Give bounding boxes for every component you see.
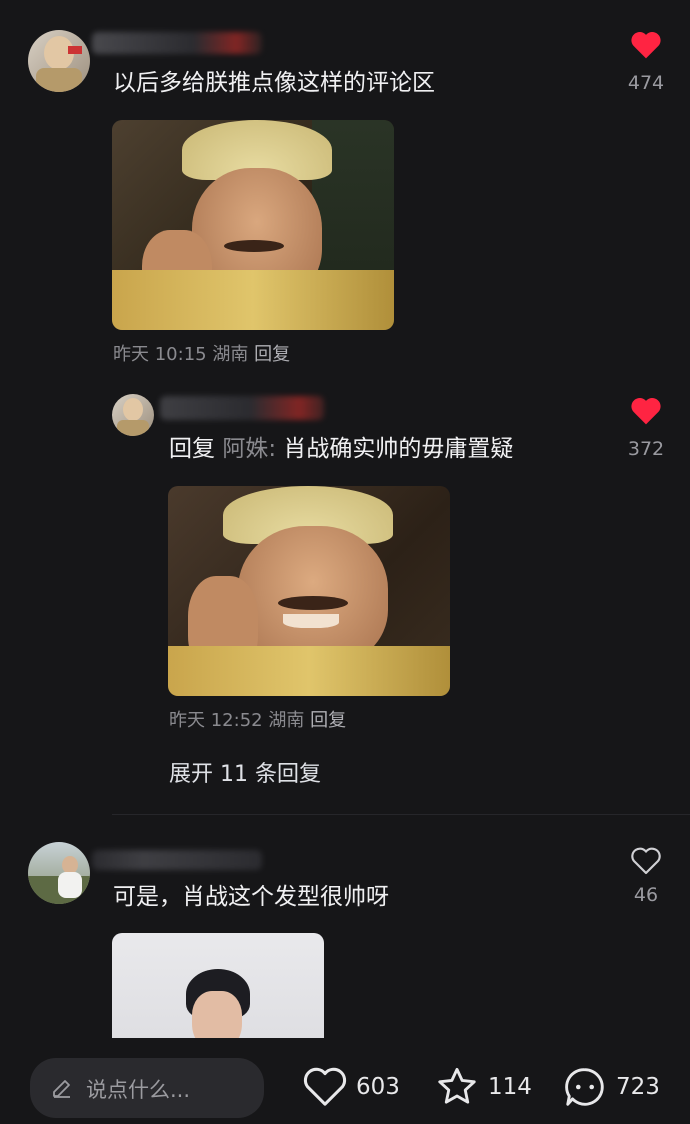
- star-icon: [438, 1067, 476, 1104]
- like-count: 474: [627, 72, 665, 94]
- reply-image[interactable]: [168, 486, 450, 696]
- reply-time: 昨天 12:52: [169, 710, 263, 731]
- bottom-bar: 说点什么... 603 114 723: [0, 1038, 690, 1124]
- heart-icon: [631, 847, 661, 875]
- heart-icon: [631, 32, 661, 59]
- comment-text[interactable]: 以后多给朕推点像这样的评论区: [113, 68, 435, 98]
- avatar[interactable]: [112, 394, 154, 436]
- comment-location: 湖南: [212, 344, 249, 365]
- input-placeholder: 说点什么...: [86, 1078, 191, 1102]
- comment-bubble-icon: [565, 1068, 604, 1106]
- comment-image[interactable]: [112, 120, 394, 330]
- reply-text[interactable]: 回复 阿姝: 肖战确实帅的毋庸置疑: [169, 434, 513, 464]
- heart-icon: [631, 398, 661, 425]
- reply-link[interactable]: 回复: [310, 710, 346, 731]
- reply-content: 肖战确实帅的毋庸置疑: [283, 436, 514, 462]
- pencil-icon: [53, 1080, 70, 1098]
- username-blurred[interactable]: [92, 850, 262, 870]
- post-like-count: 603: [356, 1074, 400, 1100]
- expand-replies-button[interactable]: 展开 11 条回复: [169, 756, 321, 788]
- reply-location: 湖南: [268, 710, 305, 731]
- comment-count: 723: [616, 1074, 660, 1100]
- like-post-button[interactable]: 603: [302, 1064, 412, 1112]
- reply-to-user[interactable]: 阿姝:: [222, 436, 276, 462]
- like-button[interactable]: 372: [616, 396, 676, 466]
- like-button[interactable]: 46: [616, 846, 676, 916]
- favorite-button[interactable]: 114: [434, 1064, 544, 1112]
- reply-meta: 昨天 12:52 湖南 回复: [169, 709, 346, 733]
- divider: [112, 814, 690, 815]
- comment-button[interactable]: 723: [562, 1064, 682, 1112]
- comment-meta: 昨天 10:15 湖南 回复: [113, 343, 290, 367]
- like-count: 372: [627, 438, 665, 460]
- like-count: 46: [633, 884, 659, 906]
- favorite-count: 114: [488, 1074, 532, 1100]
- like-button[interactable]: 474: [616, 30, 676, 100]
- reply-prefix: 回复: [169, 436, 215, 462]
- username-blurred[interactable]: [92, 32, 262, 54]
- heart-icon: [303, 1067, 347, 1106]
- comment-time: 昨天 10:15: [113, 344, 207, 365]
- avatar[interactable]: [28, 842, 90, 904]
- reply-link[interactable]: 回复: [254, 344, 290, 365]
- comment-text[interactable]: 可是，肖战这个发型很帅呀: [113, 882, 389, 912]
- avatar[interactable]: [28, 30, 90, 92]
- comment-input[interactable]: 说点什么...: [30, 1058, 264, 1118]
- username-blurred[interactable]: [160, 396, 324, 420]
